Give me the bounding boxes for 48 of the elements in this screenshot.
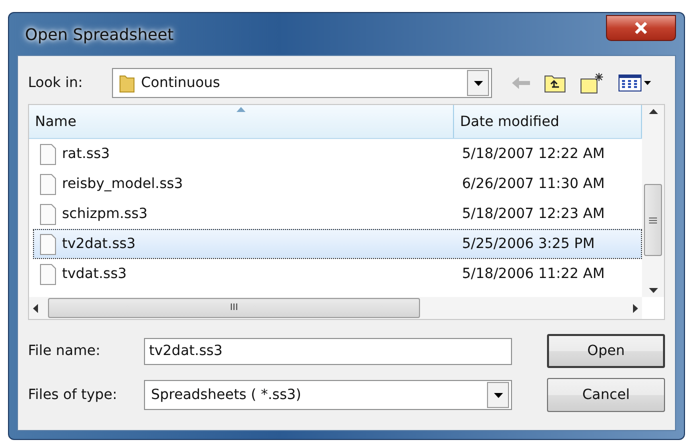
scroll-up-icon[interactable] (648, 109, 658, 114)
file-name: tvdat.ss3 (62, 266, 127, 282)
file-icon (40, 204, 56, 224)
scroll-down-icon[interactable] (648, 288, 658, 293)
window-title: Open Spreadsheet (24, 24, 174, 44)
file-date: 6/26/2007 11:30 AM (461, 176, 606, 192)
file-name-label: File name: (28, 343, 102, 359)
file-row[interactable]: schizpm.ss3 5/18/2007 12:23 AM (33, 199, 642, 229)
dropdown-caret-icon (494, 392, 502, 398)
close-button[interactable] (606, 15, 676, 41)
file-icon (40, 234, 56, 254)
file-row[interactable]: tv2dat.ss3 5/25/2006 3:25 PM (33, 229, 642, 259)
scroll-left-icon[interactable] (33, 304, 38, 312)
file-row[interactable]: tvdat.ss3 5/18/2006 11:22 AM (33, 259, 642, 289)
scroll-right-icon[interactable] (633, 304, 638, 312)
file-date: 5/18/2007 12:22 AM (461, 146, 606, 162)
file-name: schizpm.ss3 (62, 206, 148, 222)
dropdown-caret-icon (474, 80, 482, 86)
folder-icon (119, 73, 135, 93)
horizontal-scrollbar[interactable]: III (29, 297, 642, 319)
open-button[interactable]: Open (547, 334, 665, 368)
file-icon (40, 144, 56, 164)
file-icon (40, 174, 56, 194)
file-name-field[interactable]: tv2dat.ss3 (144, 338, 512, 364)
scroll-thumb[interactable]: III (48, 298, 420, 318)
view-menu-icon[interactable] (618, 74, 652, 92)
vertical-scrollbar[interactable] (642, 105, 664, 297)
sort-arrow-icon (236, 107, 246, 112)
file-row[interactable]: rat.ss3 5/18/2007 12:22 AM (33, 139, 642, 169)
file-date: 5/18/2006 11:22 AM (461, 266, 606, 282)
file-row[interactable]: reisby_model.ss3 6/26/2007 11:30 AM (33, 169, 642, 199)
cancel-button[interactable]: Cancel (547, 378, 665, 412)
close-icon (634, 22, 648, 34)
scroll-thumb[interactable] (644, 184, 662, 256)
file-type-dropdown[interactable]: Spreadsheets ( *.ss3) (144, 380, 512, 410)
file-date: 5/18/2007 12:23 AM (461, 206, 606, 222)
column-header[interactable]: Name (29, 105, 454, 138)
file-name: reisby_model.ss3 (62, 176, 183, 192)
file-name: tv2dat.ss3 (62, 236, 136, 252)
new-folder-icon[interactable] (580, 72, 604, 94)
look-in-label: Look in: (28, 75, 84, 91)
up-folder-icon[interactable] (544, 73, 566, 93)
file-date: 5/25/2006 3:25 PM (461, 236, 596, 252)
file-icon (40, 264, 56, 284)
file-type-label: Files of type: (28, 387, 118, 403)
file-name: rat.ss3 (62, 146, 110, 162)
grip-icon (649, 216, 657, 224)
look-in-dropdown[interactable]: Continuous (112, 68, 492, 98)
